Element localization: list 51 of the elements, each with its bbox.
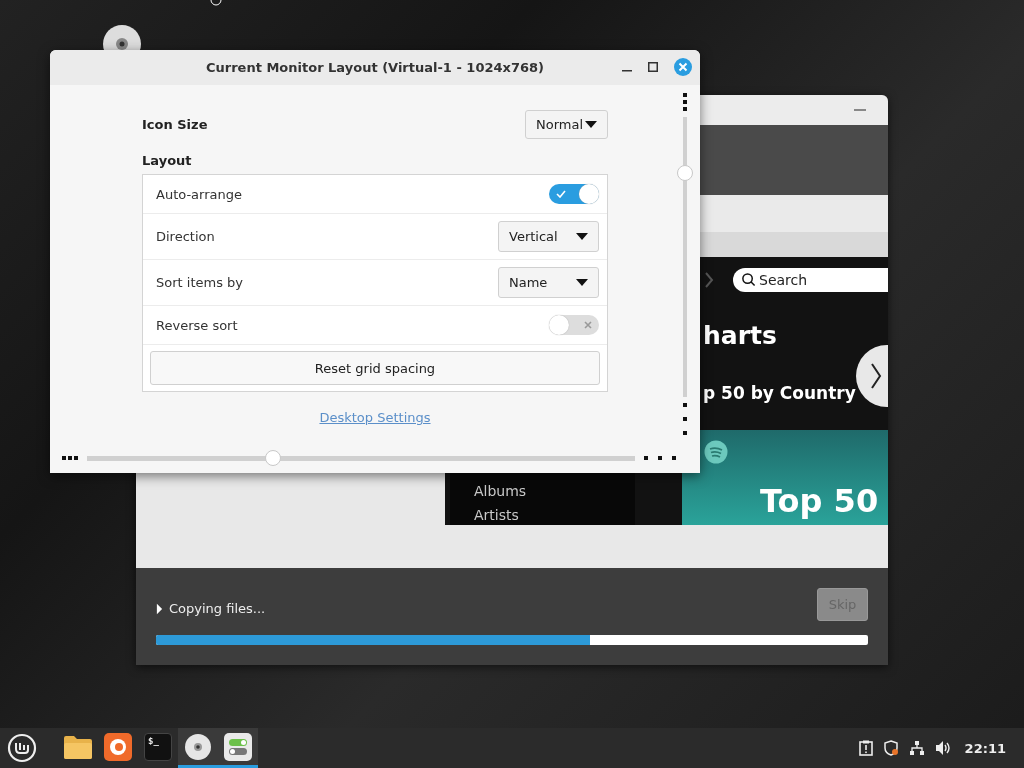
chevron-right-icon bbox=[870, 363, 882, 389]
taskbar-app[interactable] bbox=[218, 728, 258, 768]
search-icon bbox=[741, 272, 756, 287]
toggle-switch[interactable] bbox=[549, 184, 599, 204]
terminal-icon: $_ bbox=[144, 732, 172, 761]
window-title: Current Monitor Layout (Virtual-1 - 1024x768) bbox=[206, 60, 544, 75]
dots-icon bbox=[683, 93, 687, 111]
icon-size-label: Icon Size bbox=[142, 117, 208, 132]
taskbar-app[interactable] bbox=[178, 728, 218, 768]
clipboard-icon[interactable] bbox=[858, 740, 873, 756]
browser-icon bbox=[104, 732, 132, 761]
section-subheading: p 50 by Country bbox=[703, 383, 856, 403]
folder-icon bbox=[64, 734, 92, 759]
close-icon[interactable] bbox=[674, 58, 692, 76]
check-icon bbox=[556, 190, 566, 198]
disc-icon bbox=[184, 732, 212, 761]
network-icon[interactable] bbox=[908, 740, 925, 756]
taskbar-app[interactable]: $_ bbox=[138, 728, 178, 768]
icon-size-dropdown[interactable]: Normal bbox=[525, 110, 608, 139]
setting-label: Sort items by bbox=[156, 275, 243, 290]
dots-icon bbox=[683, 403, 687, 435]
toggle-switch[interactable] bbox=[549, 315, 599, 335]
dots-icon bbox=[644, 456, 676, 460]
clock[interactable]: 22:11 bbox=[964, 740, 1006, 756]
slider-handle[interactable] bbox=[265, 450, 282, 466]
caret-icon bbox=[585, 121, 597, 128]
setting-label: Reverse sort bbox=[156, 317, 238, 333]
shield-icon[interactable] bbox=[882, 740, 899, 756]
dropdown[interactable]: Name bbox=[498, 267, 599, 298]
slider-handle[interactable] bbox=[677, 165, 693, 181]
setting-label: Direction bbox=[156, 229, 215, 244]
toggles-icon bbox=[224, 732, 252, 761]
chevron-right-icon[interactable] bbox=[704, 272, 714, 288]
reset-button[interactable]: Reset grid spacing bbox=[150, 351, 600, 385]
cross-icon bbox=[584, 321, 592, 329]
expander-icon[interactable] bbox=[156, 602, 163, 615]
setting-label: Auto-arrange bbox=[156, 186, 242, 202]
search-field[interactable]: Search bbox=[733, 268, 888, 292]
caret-icon bbox=[576, 279, 588, 286]
dots-icon bbox=[62, 456, 78, 460]
sidebar-item[interactable]: Artists bbox=[474, 507, 519, 523]
section-heading: harts bbox=[703, 321, 777, 350]
card-title: Top 50 bbox=[760, 482, 879, 520]
sidebar-item[interactable]: Albums bbox=[474, 483, 527, 499]
dropdown[interactable]: Vertical bbox=[498, 221, 599, 252]
section-heading: Layout bbox=[142, 153, 193, 168]
volume-icon[interactable] bbox=[934, 740, 951, 756]
menu-logo-icon[interactable] bbox=[7, 733, 37, 763]
logo-icon bbox=[704, 440, 728, 464]
status-text: Copying files... bbox=[169, 601, 266, 616]
maximize-icon[interactable] bbox=[648, 62, 658, 72]
